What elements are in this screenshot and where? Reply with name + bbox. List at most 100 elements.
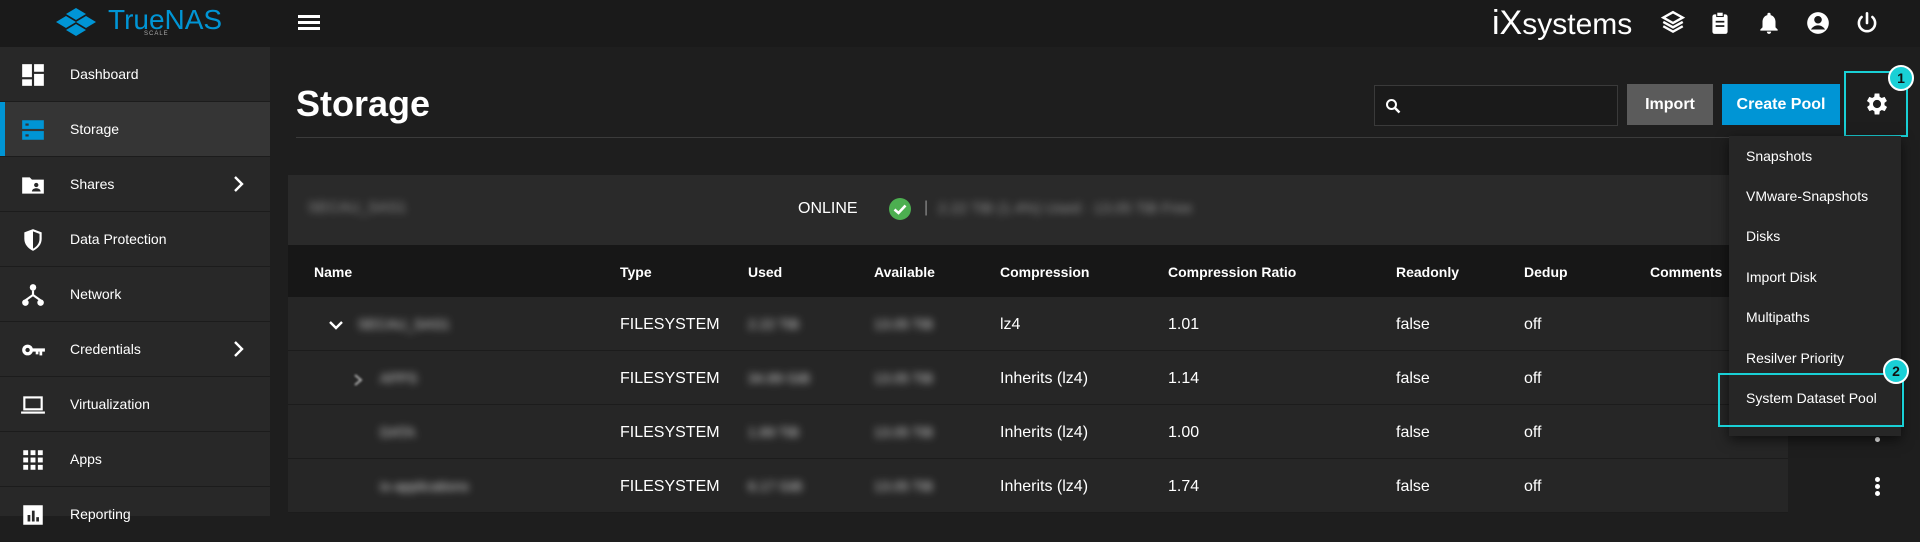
cell-type: FILESYSTEM xyxy=(620,316,720,333)
column-header-used[interactable]: Used xyxy=(748,264,782,280)
pool-usage: 2.22 TiB (1.4%) Used · 13.05 TiB Free xyxy=(938,200,1193,217)
cell-compression-ratio: 1.00 xyxy=(1168,424,1200,441)
cell-compression: Inherits (lz4) xyxy=(1000,424,1089,441)
cell-readonly: false xyxy=(1396,424,1430,441)
key-icon xyxy=(22,344,45,356)
clipboard-icon[interactable] xyxy=(1707,10,1733,36)
table-row[interactable]: ix-applications FILESYSTEM 6.17 GiB 13.0… xyxy=(288,459,1880,513)
row-actions-icon[interactable] xyxy=(1874,475,1882,497)
cell-available: 13.05 TiB xyxy=(874,316,934,332)
cell-readonly: false xyxy=(1396,316,1430,333)
check-circle-icon xyxy=(889,198,911,220)
menu-item-import-disk[interactable]: Import Disk xyxy=(1729,257,1901,297)
cell-name: APPS xyxy=(380,370,418,386)
network-icon xyxy=(22,284,44,306)
cell-compression: Inherits (lz4) xyxy=(1000,478,1089,495)
hamburger-menu-icon[interactable] xyxy=(298,12,322,34)
table-header: Name Type Used Available Compression Com… xyxy=(288,245,1788,297)
search-input[interactable] xyxy=(1374,85,1618,126)
menu-item-resilver-priority[interactable]: Resilver Priority xyxy=(1729,338,1901,378)
column-header-readonly[interactable]: Readonly xyxy=(1396,264,1459,280)
table-row[interactable]: APPS FILESYSTEM 34.89 GiB 13.05 TiB Inhe… xyxy=(288,351,1788,405)
import-button[interactable]: Import xyxy=(1627,84,1713,125)
truecommand-icon[interactable] xyxy=(1660,10,1686,36)
pool-header: SECAU_SAS1 ONLINE | 2.22 TiB (1.4%) Used… xyxy=(288,175,1788,245)
sidebar: Dashboard Storage Shares Data Protection… xyxy=(0,47,270,542)
bell-icon[interactable] xyxy=(1756,10,1782,36)
create-pool-button[interactable]: Create Pool xyxy=(1722,84,1840,125)
pool-name: SECAU_SAS1 xyxy=(308,199,407,216)
sidebar-item-label: Storage xyxy=(70,121,120,137)
top-bar: TrueNAS SCALE iXsystems xyxy=(0,0,1920,47)
sidebar-item-label: Apps xyxy=(70,451,102,467)
table-row[interactable]: DATA FILESYSTEM 1.89 TiB 13.05 TiB Inher… xyxy=(288,405,1880,459)
ix-wordmark: systems xyxy=(1522,8,1633,41)
ixsystems-logo: iXsystems xyxy=(1492,4,1632,43)
step-marker-2: 2 xyxy=(1883,358,1909,384)
menu-item-vmware-snapshots[interactable]: VMware-Snapshots xyxy=(1729,176,1901,216)
cell-compression: lz4 xyxy=(1000,316,1021,333)
cell-dedup: off xyxy=(1524,370,1542,387)
column-header-available[interactable]: Available xyxy=(874,264,935,280)
menu-item-multipaths[interactable]: Multipaths xyxy=(1729,297,1901,337)
title-divider xyxy=(296,137,1862,138)
cell-dedup: off xyxy=(1524,478,1542,495)
sidebar-item-virtualization[interactable]: Virtualization xyxy=(0,377,270,432)
sidebar-item-network[interactable]: Network xyxy=(0,267,270,322)
sidebar-item-data-protection[interactable]: Data Protection xyxy=(0,212,270,267)
sidebar-item-label: Shares xyxy=(70,176,115,192)
cell-readonly: false xyxy=(1396,478,1430,495)
column-header-type[interactable]: Type xyxy=(620,264,652,280)
cell-used: 34.89 GiB xyxy=(748,370,811,386)
cell-dedup: off xyxy=(1524,316,1542,333)
sidebar-item-storage[interactable]: Storage xyxy=(0,102,270,157)
cell-name: ix-applications xyxy=(380,478,469,494)
sidebar-item-credentials[interactable]: Credentials xyxy=(0,322,270,377)
search-icon xyxy=(1386,99,1401,114)
step-marker-1: 1 xyxy=(1888,65,1914,91)
sidebar-item-apps[interactable]: Apps xyxy=(0,432,270,487)
shield-icon xyxy=(24,229,42,251)
dashboard-icon xyxy=(22,64,44,86)
main-content: Storage Import Create Pool SECAU_SAS1 ON… xyxy=(270,47,1920,516)
account-icon[interactable] xyxy=(1805,10,1831,36)
column-header-dedup[interactable]: Dedup xyxy=(1524,264,1568,280)
storage-icon xyxy=(22,120,44,140)
column-header-comments[interactable]: Comments xyxy=(1650,264,1722,280)
dataset-table: Name Type Used Available Compression Com… xyxy=(288,245,1880,513)
power-icon[interactable] xyxy=(1854,10,1880,36)
cell-compression: Inherits (lz4) xyxy=(1000,370,1089,387)
menu-item-snapshots[interactable]: Snapshots xyxy=(1729,136,1901,176)
menu-item-disks[interactable]: Disks xyxy=(1729,216,1901,256)
truenas-logo-icon xyxy=(56,8,96,36)
sidebar-item-label: Data Protection xyxy=(70,231,167,247)
column-header-compression[interactable]: Compression xyxy=(1000,264,1089,280)
column-header-name[interactable]: Name xyxy=(314,264,352,280)
truenas-logo[interactable]: TrueNAS SCALE xyxy=(52,2,222,42)
pool-separator: | xyxy=(924,199,929,216)
sidebar-item-label: Network xyxy=(70,286,122,302)
cell-name: DATA xyxy=(380,424,416,440)
sidebar-item-reporting[interactable]: Reporting xyxy=(0,487,270,542)
chart-icon xyxy=(23,505,43,525)
sidebar-item-label: Reporting xyxy=(70,506,131,522)
table-row[interactable]: SECAU_SAS1 FILESYSTEM 2.22 TiB 13.05 TiB… xyxy=(288,297,1788,351)
cell-compression-ratio: 1.01 xyxy=(1168,316,1200,333)
gear-icon xyxy=(1866,93,1888,115)
cell-readonly: false xyxy=(1396,370,1430,387)
cell-available: 13.05 TiB xyxy=(874,478,934,494)
sidebar-item-shares[interactable]: Shares xyxy=(0,157,270,212)
logo-edition: SCALE xyxy=(144,31,169,37)
pool-status: ONLINE xyxy=(798,200,858,217)
sidebar-item-label: Virtualization xyxy=(70,396,150,412)
chevron-right-icon[interactable] xyxy=(352,373,364,387)
column-header-compression-ratio[interactable]: Compression Ratio xyxy=(1168,264,1296,280)
sidebar-item-label: Dashboard xyxy=(70,66,139,82)
page-title: Storage xyxy=(296,83,431,124)
chevron-down-icon[interactable] xyxy=(328,319,344,331)
sidebar-item-dashboard[interactable]: Dashboard xyxy=(0,47,270,102)
chevron-right-icon xyxy=(234,176,244,192)
cell-compression-ratio: 1.14 xyxy=(1168,370,1200,387)
cell-name: SECAU_SAS1 xyxy=(358,316,450,332)
sidebar-item-label: Credentials xyxy=(70,341,141,357)
